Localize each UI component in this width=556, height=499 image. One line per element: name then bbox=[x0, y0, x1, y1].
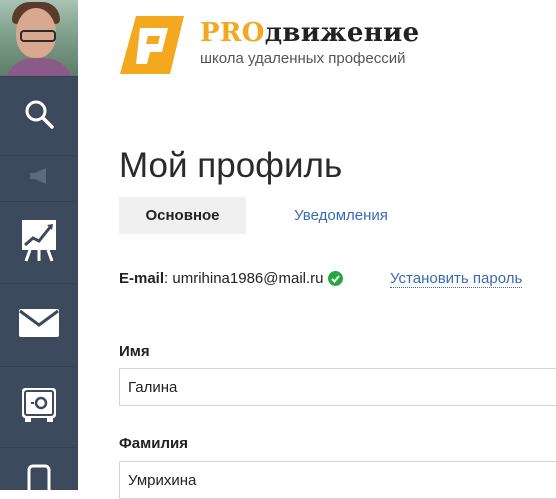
logo-mark[interactable] bbox=[118, 14, 188, 76]
sidebar-item-megaphone[interactable] bbox=[0, 155, 78, 201]
megaphone-icon bbox=[26, 168, 52, 189]
email-separator: : bbox=[164, 270, 169, 287]
last-name-label: Фамилия bbox=[119, 435, 188, 452]
avatar-shirt bbox=[4, 58, 74, 76]
logo-title-pro: PRO bbox=[200, 18, 265, 48]
safe-icon bbox=[21, 387, 57, 428]
phone-icon bbox=[27, 464, 51, 499]
email-label: E-mail bbox=[119, 270, 165, 287]
page-title: Мой профиль bbox=[119, 146, 343, 185]
sidebar-item-mail[interactable] bbox=[0, 283, 78, 366]
sidebar bbox=[0, 0, 78, 498]
mail-icon bbox=[19, 308, 59, 342]
sidebar-item-safe[interactable] bbox=[0, 366, 78, 447]
avatar-glasses bbox=[20, 30, 56, 42]
sidebar-item-search[interactable] bbox=[0, 76, 78, 155]
last-name-input[interactable] bbox=[119, 461, 556, 499]
set-password-link[interactable]: Установить пароль bbox=[390, 270, 523, 288]
sidebar-item-phone[interactable] bbox=[0, 447, 78, 498]
search-icon bbox=[23, 98, 55, 135]
sidebar-item-chart[interactable] bbox=[0, 201, 78, 283]
email-row: E-mail: umrihina1986@mail.ru bbox=[119, 270, 343, 287]
first-name-label: Имя bbox=[119, 343, 150, 360]
chart-board-icon bbox=[20, 218, 58, 267]
avatar[interactable] bbox=[0, 0, 78, 76]
logo-title: PROдвижение bbox=[200, 18, 419, 48]
email-value: umrihina1986@mail.ru bbox=[172, 270, 324, 287]
logo-title-rest: движение bbox=[264, 18, 420, 48]
logo-subtitle: школа удаленных профессий bbox=[200, 50, 406, 67]
verified-check-icon bbox=[327, 271, 343, 286]
first-name-input[interactable] bbox=[119, 368, 556, 406]
tab-notifications[interactable]: Уведомления bbox=[246, 197, 436, 234]
tab-basic[interactable]: Основное bbox=[119, 197, 246, 234]
